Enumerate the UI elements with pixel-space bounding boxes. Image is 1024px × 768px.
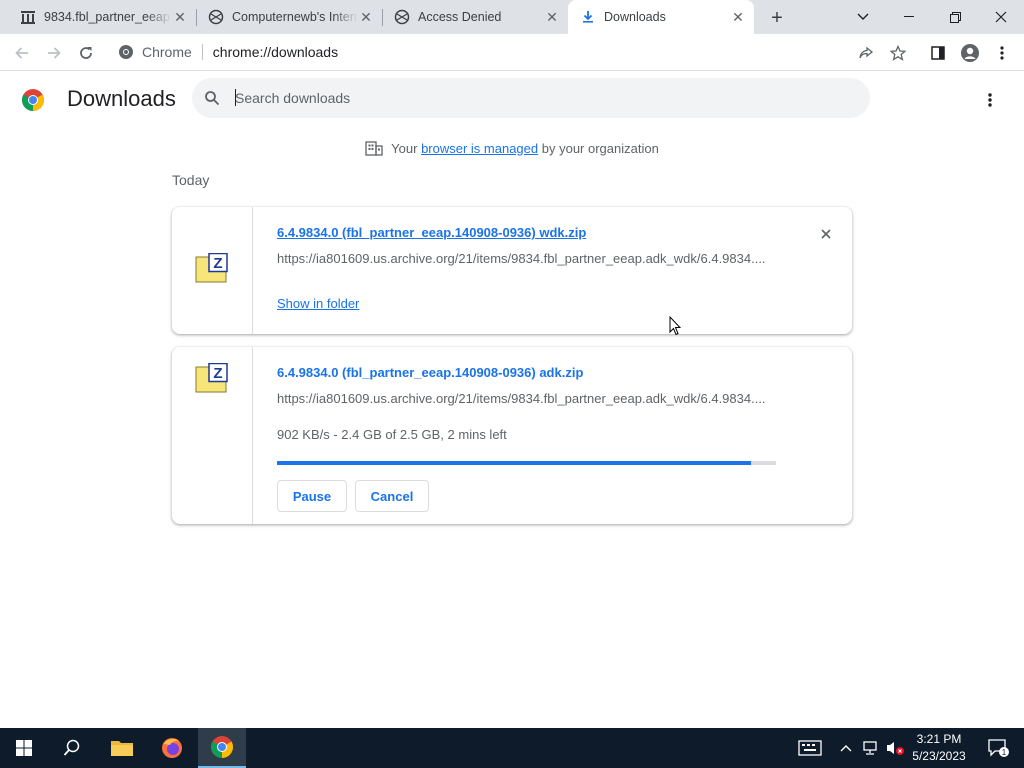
back-icon[interactable] (8, 39, 36, 67)
volume-muted-icon[interactable] (884, 728, 906, 768)
tab-close-icon[interactable]: ✕ (730, 9, 746, 25)
computernewb-icon (208, 9, 224, 25)
file-icon-column: Z (172, 347, 253, 524)
restore-icon[interactable] (932, 0, 978, 34)
tab-close-icon[interactable]: ✕ (358, 9, 374, 25)
tab-title: Computernewb's Internet Archive (232, 10, 358, 24)
file-explorer-icon[interactable] (98, 728, 146, 768)
managed-suffix: by your organization (541, 140, 659, 156)
tab-downloads[interactable]: Downloads ✕ (568, 0, 754, 34)
notifications-icon[interactable]: 1 (980, 728, 1016, 768)
download-source-url[interactable]: https://ia801609.us.archive.org/21/items… (277, 251, 766, 266)
download-item: Z 6.4.9834.0 (fbl_partner_eeap.140908-09… (172, 207, 852, 334)
managed-notice: Your browser is managed by your organiza… (0, 140, 1024, 156)
tab-strip: 9834.fbl_partner_eeap.adk_wdk ✕ Computer… (0, 0, 1024, 34)
remove-item-close-icon[interactable] (816, 224, 836, 244)
zip-file-icon: Z (195, 253, 228, 283)
clock-time: 3:21 PM (916, 732, 962, 746)
tab-title: 9834.fbl_partner_eeap.adk_wdk (44, 10, 172, 24)
downloads-menu-icon[interactable] (978, 88, 1002, 112)
reload-icon[interactable] (72, 39, 100, 67)
chrome-taskbar-icon[interactable] (198, 728, 246, 768)
computernewb-icon (394, 9, 410, 25)
chrome-menu-icon[interactable] (988, 39, 1016, 67)
download-source-url[interactable]: https://ia801609.us.archive.org/21/items… (277, 391, 766, 406)
file-icon-column: Z (172, 207, 253, 334)
show-hidden-icons-chevron-up-icon[interactable] (836, 728, 856, 768)
mouse-cursor-icon (669, 316, 681, 336)
notification-count: 1 (1002, 748, 1007, 757)
side-panel-icon[interactable] (924, 39, 952, 67)
windows-taskbar: 3:21 PM 5/23/2023 1 (0, 728, 1024, 768)
start-button[interactable] (0, 728, 48, 768)
forward-icon[interactable] (40, 39, 68, 67)
archive-icon (20, 9, 36, 25)
chrome-logo-icon (22, 89, 44, 111)
keyboard-icon[interactable] (794, 728, 826, 768)
tab-archive[interactable]: 9834.fbl_partner_eeap.adk_wdk ✕ (8, 0, 196, 34)
chrome-site-icon[interactable] (118, 44, 134, 60)
share-icon[interactable] (852, 39, 880, 67)
tab-close-icon[interactable]: ✕ (172, 9, 188, 25)
windows-logo-icon (16, 740, 32, 756)
download-item-in-progress: Z 6.4.9834.0 (fbl_partner_eeap.140908-09… (172, 347, 852, 524)
tab-close-icon[interactable]: ✕ (544, 9, 560, 25)
firefox-icon[interactable] (148, 728, 196, 768)
address-bar[interactable]: Chrome chrome://downloads (106, 37, 910, 67)
tab-access-denied[interactable]: Access Denied ✕ (382, 0, 568, 34)
svg-text:Z: Z (213, 255, 222, 272)
search-input[interactable] (235, 88, 835, 108)
download-filename-link[interactable]: 6.4.9834.0 (fbl_partner_eeap.140908-0936… (277, 225, 586, 240)
network-icon[interactable] (860, 728, 882, 768)
cancel-button[interactable]: Cancel (355, 480, 429, 512)
taskbar-clock[interactable]: 3:21 PM 5/23/2023 (906, 731, 972, 765)
taskbar-search-icon[interactable] (48, 728, 96, 768)
close-window-icon[interactable] (978, 0, 1024, 34)
minimize-icon[interactable] (886, 0, 932, 34)
tab-computernewb[interactable]: Computernewb's Internet Archive ✕ (196, 0, 382, 34)
browser-toolbar: Chrome chrome://downloads (0, 34, 1024, 71)
show-in-folder-link[interactable]: Show in folder (277, 296, 359, 311)
download-progress-bar (277, 461, 776, 465)
tab-title: Access Denied (418, 10, 502, 24)
building-icon (365, 141, 383, 156)
address-divider (201, 44, 203, 60)
search-icon (205, 91, 220, 106)
site-label: Chrome (142, 44, 192, 60)
zip-file-icon: Z (195, 363, 228, 393)
date-section-heading: Today (172, 172, 210, 188)
download-icon (580, 9, 596, 25)
svg-text:Z: Z (213, 365, 222, 382)
tab-title: Downloads (604, 10, 666, 24)
bookmark-star-icon[interactable] (884, 39, 912, 67)
pause-button[interactable]: Pause (277, 480, 347, 512)
download-filename-link[interactable]: 6.4.9834.0 (fbl_partner_eeap.140908-0936… (277, 365, 583, 380)
downloads-header: Downloads (0, 72, 1024, 128)
url-text[interactable]: chrome://downloads (213, 44, 338, 60)
browser-managed-link[interactable]: browser is managed (421, 141, 538, 156)
new-tab-icon[interactable]: + (766, 7, 788, 29)
tab-search-icon[interactable] (840, 0, 886, 34)
profile-avatar-icon[interactable] (956, 39, 984, 67)
text-caret (235, 89, 236, 106)
managed-prefix: Your (391, 140, 418, 156)
download-status-text: 902 KB/s - 2.4 GB of 2.5 GB, 2 mins left (277, 427, 507, 442)
clock-date: 5/23/2023 (912, 749, 966, 763)
page-title: Downloads (67, 86, 176, 111)
progress-fill (277, 461, 752, 465)
search-box[interactable] (192, 78, 870, 118)
